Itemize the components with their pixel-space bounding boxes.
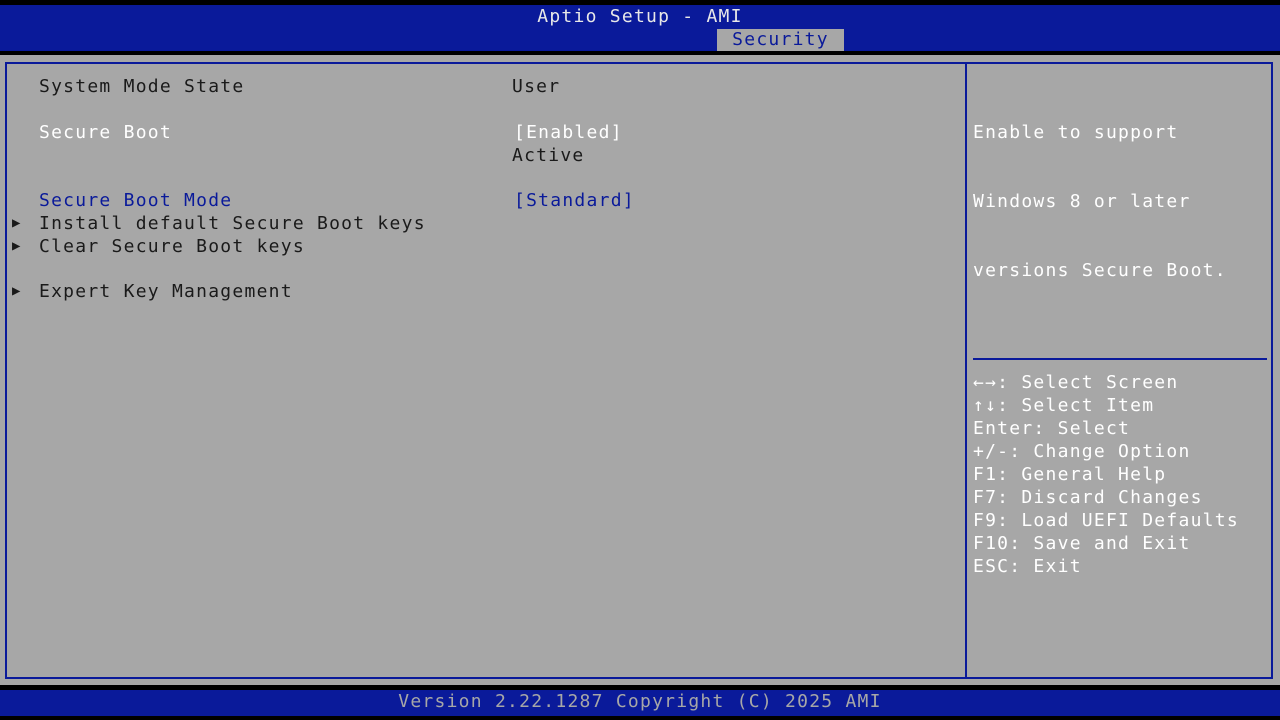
setting-secure-boot-mode[interactable]: Secure Boot Mode [Standard] [0,189,960,212]
secure-boot-mode-value[interactable]: [Standard] [514,189,635,212]
submenu-expert-key-management[interactable]: ▶ Expert Key Management [0,280,960,303]
system-mode-state-label: System Mode State [39,76,245,97]
setting-secure-boot[interactable]: Secure Boot [Enabled] [0,121,960,144]
key-hint: ←→: Select Screen [973,372,1179,393]
submenu-install-default-keys[interactable]: ▶ Install default Secure Boot keys [0,212,960,235]
tab-security[interactable]: Security [717,29,844,51]
secure-boot-value[interactable]: [Enabled] [514,121,623,144]
key-hint: ESC: Exit [973,556,1082,577]
help-divider [973,358,1267,360]
key-hint: ↑↓: Select Item [973,395,1155,416]
setting-system-mode-state: System Mode State User [0,75,960,98]
key-hint: F10: Save and Exit [973,533,1191,554]
key-hint: +/-: Change Option [973,441,1191,462]
key-legend: ←→: Select Screen ↑↓: Select Item Enter:… [973,371,1273,578]
version-footer: Version 2.22.1287 Copyright (C) 2025 AMI [398,691,882,712]
help-line: Enable to support [973,122,1179,143]
key-hint: F1: General Help [973,464,1167,485]
submenu-label[interactable]: Clear Secure Boot keys [39,235,305,258]
app-title: Aptio Setup - AMI [537,6,743,27]
key-hint: Enter: Select [973,418,1131,439]
submenu-label[interactable]: Install default Secure Boot keys [39,212,426,235]
help-line: Windows 8 or later [973,191,1191,212]
triangle-right-icon: ▶ [12,215,22,231]
submenu-label[interactable]: Expert Key Management [39,280,293,303]
triangle-right-icon: ▶ [12,283,22,299]
submenu-clear-keys[interactable]: ▶ Clear Secure Boot keys [0,235,960,258]
secure-boot-label[interactable]: Secure Boot [39,121,172,144]
triangle-right-icon: ▶ [12,238,22,254]
vertical-divider [965,62,967,679]
help-line: versions Secure Boot. [973,260,1227,281]
help-text: Enable to support Windows 8 or later ver… [973,75,1268,305]
key-hint: F7: Discard Changes [973,487,1203,508]
secure-boot-mode-label[interactable]: Secure Boot Mode [39,189,232,212]
secure-boot-status-row: Active [0,144,960,167]
system-mode-state-value: User [512,76,561,97]
secure-boot-status: Active [512,145,585,166]
key-hint: F9: Load UEFI Defaults [973,510,1239,531]
